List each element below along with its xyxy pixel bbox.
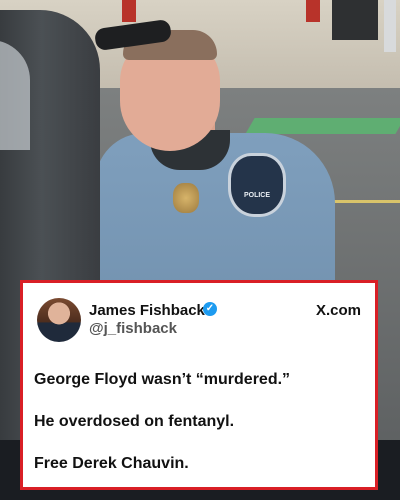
trash-bin bbox=[332, 0, 378, 40]
verified-badge-icon: ✓ bbox=[203, 302, 217, 316]
tweet-line: George Floyd wasn’t “murdered.” bbox=[34, 371, 291, 388]
car-window bbox=[0, 40, 30, 150]
police-shoulder-patch: POLICE bbox=[228, 153, 286, 217]
author-handle[interactable]: @j_fishback bbox=[89, 320, 177, 337]
tweet-line: Free Derek Chauvin. bbox=[34, 455, 189, 472]
tweet-line: He overdosed on fentanyl. bbox=[34, 413, 235, 430]
author-name[interactable]: James Fishback bbox=[89, 302, 205, 319]
author-avatar[interactable] bbox=[37, 298, 81, 342]
street-pole bbox=[384, 0, 396, 52]
patch-label: POLICE bbox=[243, 192, 271, 199]
police-badge bbox=[173, 183, 199, 213]
tweet-card: James Fishback ✓ @j_fishback X.com Georg… bbox=[20, 280, 378, 490]
site-label: X.com bbox=[315, 302, 361, 319]
